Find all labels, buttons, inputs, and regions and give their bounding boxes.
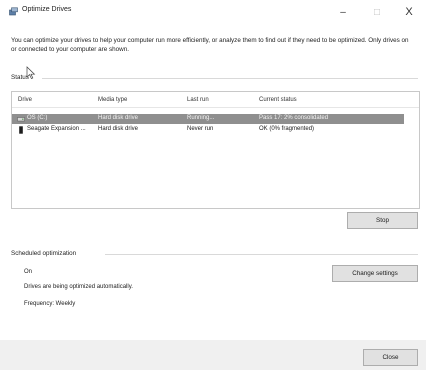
status-divider xyxy=(42,78,418,79)
media-type: Hard disk drive xyxy=(98,115,139,121)
schedule-info: Drives are being optimized automatically… xyxy=(24,284,133,290)
window-title: Optimize Drives xyxy=(22,6,72,13)
maximize-button[interactable]: □ xyxy=(360,2,394,22)
title-bar: Optimize Drives – □ X xyxy=(0,0,426,24)
scheduled-divider xyxy=(105,254,418,255)
description-text: You can optimize your drives to help you… xyxy=(11,37,409,53)
media-type: Hard disk drive xyxy=(98,126,139,132)
drive-name: Seagate Expansion ... xyxy=(27,126,86,132)
drive-list[interactable]: Drive Media type Last run Current status… xyxy=(11,91,420,209)
stop-button[interactable]: Stop xyxy=(347,212,418,229)
drive-row-os-c[interactable]: OS (C:) Hard disk drive Running... Pass … xyxy=(12,114,404,124)
column-header-drive[interactable]: Drive xyxy=(18,97,32,103)
column-header-current-status[interactable]: Current status xyxy=(259,97,297,103)
defrag-drive-icon xyxy=(9,7,18,16)
minimize-button[interactable]: – xyxy=(326,2,360,22)
drive-row-seagate[interactable]: Seagate Expansion ... Hard disk drive Ne… xyxy=(12,125,404,135)
column-header-media-type[interactable]: Media type xyxy=(98,97,127,103)
external-drive-icon xyxy=(19,126,23,134)
header-divider xyxy=(12,107,419,108)
schedule-frequency: Frequency: Weekly xyxy=(24,301,76,307)
scheduled-optimization-label: Scheduled optimization xyxy=(11,250,77,257)
schedule-state: On xyxy=(24,269,33,275)
close-window-button[interactable]: X xyxy=(392,2,426,22)
last-run: Running... xyxy=(187,115,215,121)
last-run: Never run xyxy=(187,126,214,132)
close-button[interactable]: Close xyxy=(363,349,418,366)
hard-drive-icon xyxy=(17,117,25,122)
mouse-cursor-icon xyxy=(26,66,36,80)
current-status: Pass 17: 2% consolidated xyxy=(259,115,329,121)
drive-name: OS (C:) xyxy=(27,115,48,121)
column-header-last-run[interactable]: Last run xyxy=(187,97,209,103)
current-status: OK (0% fragmented) xyxy=(259,126,315,132)
change-settings-button[interactable]: Change settings xyxy=(332,265,418,282)
